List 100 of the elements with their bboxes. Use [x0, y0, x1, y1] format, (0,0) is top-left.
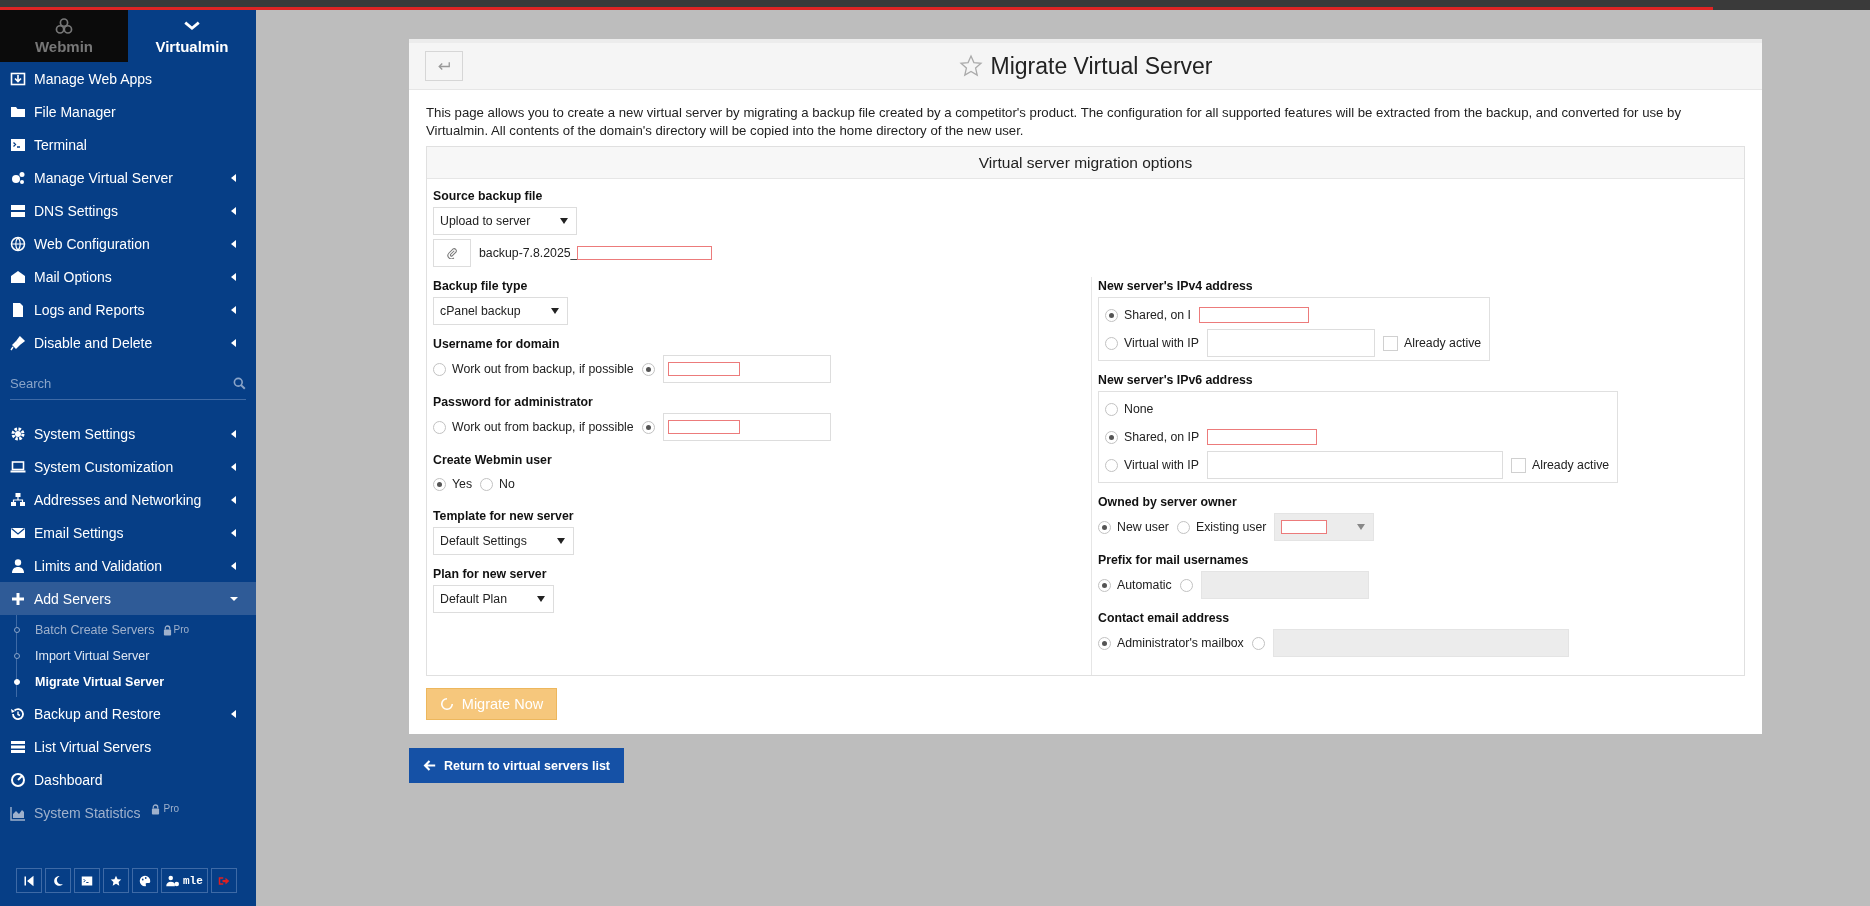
menu-item[interactable]: Addresses and Networking [0, 483, 256, 516]
attach-button[interactable] [433, 239, 471, 267]
list-icon [10, 738, 26, 755]
menu-item[interactable]: Dashboard [0, 763, 256, 796]
terminal-icon [81, 874, 93, 887]
caret-icon [1357, 524, 1366, 530]
radio-label: Virtual with IP [1124, 458, 1199, 472]
text-field[interactable] [1206, 329, 1375, 357]
field-label: Source backup file [433, 188, 544, 205]
menu-item[interactable]: Logs and Reports [0, 293, 256, 326]
radio-label: Yes [452, 477, 473, 491]
toolbar-button[interactable] [45, 868, 71, 893]
return-button[interactable]: Return to virtual servers list [409, 748, 625, 783]
menu-item[interactable]: Terminal [0, 128, 256, 161]
submenu-item[interactable]: Import Virtual Server [17, 643, 256, 669]
menu-item[interactable]: File Manager [0, 95, 256, 128]
radio-label: Work out from backup, if possible [452, 420, 634, 434]
radio-button[interactable] [1251, 636, 1265, 650]
toolbar-button[interactable] [74, 868, 100, 893]
radio-label: Virtual with IP [1124, 336, 1199, 350]
logout-button[interactable] [210, 868, 237, 893]
radio-button[interactable] [1105, 308, 1118, 322]
checkbox[interactable] [1510, 457, 1526, 473]
file-name: backup-7.8.2025_ [479, 246, 578, 260]
envelope-open-icon [10, 268, 26, 285]
dropdown[interactable]: Upload to server [433, 207, 578, 235]
toolbar-button[interactable] [132, 868, 158, 893]
radio-button[interactable] [1105, 430, 1118, 444]
menu-item[interactable]: List Virtual Servers [0, 730, 256, 763]
text-field[interactable] [1206, 451, 1503, 479]
menu-item[interactable]: Manage Virtual Server [0, 161, 256, 194]
collapse-icon [23, 874, 35, 887]
field-label: Plan for new server [433, 566, 548, 583]
toolbar-button[interactable] [16, 868, 42, 893]
menu-item[interactable]: Add Servers [0, 582, 256, 615]
menu-item[interactable]: Mail Options [0, 260, 256, 293]
caret-icon [556, 538, 565, 544]
text-field[interactable] [662, 355, 831, 383]
radio-button[interactable] [433, 420, 446, 434]
caret-icon [537, 596, 545, 602]
gears-icon [10, 169, 26, 186]
terminal-icon [10, 136, 26, 153]
submenu-item[interactable]: Migrate Virtual Server [17, 669, 256, 695]
radio-label: Work out from backup, if possible [452, 362, 634, 376]
logout-icon [217, 874, 230, 887]
search-icon [233, 376, 246, 390]
radio-button[interactable] [1098, 520, 1111, 534]
lock-icon [150, 804, 160, 815]
radio-button[interactable] [641, 362, 655, 376]
radio-label: Shared, on I [1124, 308, 1191, 322]
menu-item[interactable]: Email Settings [0, 516, 256, 549]
radio-label: Shared, on IP [1124, 430, 1200, 444]
radio-button[interactable] [1098, 578, 1111, 592]
field-label: Template for new server [433, 508, 575, 525]
radio-button[interactable] [1105, 458, 1118, 472]
radio-button[interactable] [1105, 402, 1118, 416]
document-icon [10, 301, 26, 318]
text-field[interactable] [662, 413, 831, 441]
checkbox[interactable] [1382, 335, 1398, 351]
dropdown[interactable]: cPanel backup [433, 297, 568, 325]
dropdown[interactable]: Default Plan [433, 585, 554, 613]
gear-icon [10, 425, 26, 442]
star-icon[interactable] [958, 54, 983, 78]
menu-item[interactable]: Disable and Delete [0, 326, 256, 359]
field-label: Contact email address [1098, 610, 1231, 627]
back-button[interactable] [425, 51, 463, 81]
radio-button[interactable] [433, 477, 446, 491]
toolbar-button[interactable] [103, 868, 129, 893]
server-icon [10, 202, 26, 219]
download-icon [10, 70, 26, 87]
sidebar-tab[interactable]: Webmin [0, 10, 128, 62]
page-title: Migrate Virtual Server [990, 52, 1213, 80]
menu-item[interactable]: DNS Settings [0, 194, 256, 227]
radio-button[interactable] [1098, 636, 1111, 650]
paperclip-icon [446, 247, 458, 259]
checkbox-label: Already active [1531, 458, 1610, 472]
radio-button[interactable] [1105, 336, 1118, 350]
field-label: Owned by server owner [1098, 494, 1238, 511]
menu-item[interactable]: Backup and Restore [0, 697, 256, 730]
dropdown[interactable]: Default Settings [433, 527, 574, 555]
search-field[interactable]: Search [10, 375, 233, 391]
menu-item[interactable]: System Customization [0, 450, 256, 483]
triple-ring-icon [55, 17, 73, 35]
menu-item[interactable]: Manage Web Apps [0, 62, 256, 95]
radio-button[interactable] [433, 362, 446, 376]
history-icon [10, 705, 26, 722]
pro-label: Pro [173, 624, 190, 635]
radio-button[interactable] [1176, 520, 1190, 534]
caret-icon [550, 308, 559, 314]
radio-label: No [499, 477, 515, 491]
menu-item[interactable]: System Settings [0, 417, 256, 450]
moon-icon [52, 874, 64, 887]
menu-item[interactable]: Limits and Validation [0, 549, 256, 582]
radio-button[interactable] [480, 477, 494, 491]
radio-button[interactable] [1179, 578, 1193, 592]
radio-label: New user [1117, 520, 1169, 534]
return-arrow-icon [437, 60, 451, 72]
radio-button[interactable] [641, 420, 655, 434]
menu-item[interactable]: Web Configuration [0, 227, 256, 260]
user-button[interactable]: mle [161, 868, 208, 893]
